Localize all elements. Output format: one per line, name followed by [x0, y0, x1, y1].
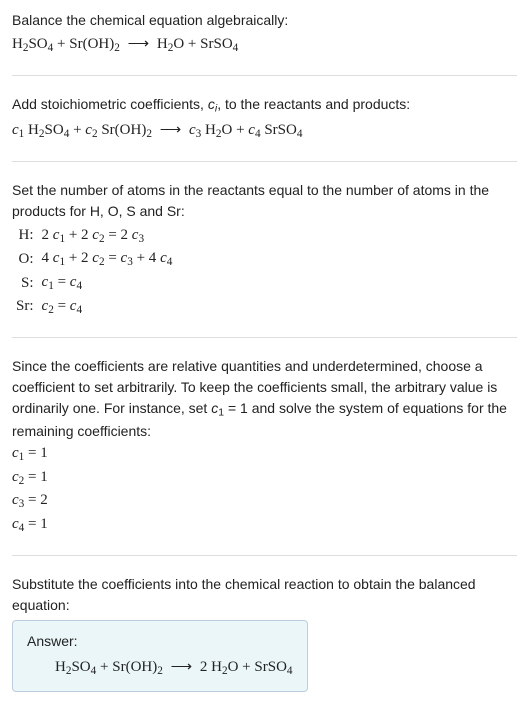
section-substitute: Substitute the coefficients into the che… [12, 574, 517, 711]
coef-line: c1 = 1 [12, 442, 517, 466]
add-coef-text-a: Add stoichiometric coefficients, [12, 96, 208, 112]
coef-line: c2 = 1 [12, 466, 517, 490]
answer-label: Answer: [27, 631, 293, 652]
section-solve: Since the coefficients are relative quan… [12, 356, 517, 556]
coef-line: c3 = 2 [12, 489, 517, 513]
section-add-coefficients: Add stoichiometric coefficients, ci, to … [12, 94, 517, 162]
ci-var: c [208, 96, 215, 112]
element-label: H: [12, 224, 38, 248]
element-label: S: [12, 271, 38, 295]
add-coef-text: Add stoichiometric coefficients, ci, to … [12, 94, 517, 117]
answer-box: Answer: H2SO4 + Sr(OH)2 ⟶ 2 H2O + SrSO4 [12, 620, 308, 693]
add-coef-text-b: , to the reactants and products: [217, 96, 410, 112]
element-equation: c1 = c4 [38, 271, 177, 295]
element-label: O: [12, 247, 38, 271]
coef-line: c4 = 1 [12, 513, 517, 537]
equation-unbalanced: H2SO4 + Sr(OH)2 ⟶ H2O + SrSO4 [12, 33, 517, 57]
table-row: Sr: c2 = c4 [12, 295, 176, 319]
balanced-equation: H2SO4 + Sr(OH)2 ⟶ 2 H2O + SrSO4 [27, 656, 293, 680]
element-equation: 2 c1 + 2 c2 = 2 c3 [38, 224, 177, 248]
table-row: O: 4 c1 + 2 c2 = c3 + 4 c4 [12, 247, 176, 271]
substitute-text: Substitute the coefficients into the che… [12, 574, 517, 616]
solve-text: Since the coefficients are relative quan… [12, 356, 517, 442]
table-row: H: 2 c1 + 2 c2 = 2 c3 [12, 224, 176, 248]
intro-text: Balance the chemical equation algebraica… [12, 10, 517, 31]
table-row: S: c1 = c4 [12, 271, 176, 295]
element-label: Sr: [12, 295, 38, 319]
section-atom-equations: Set the number of atoms in the reactants… [12, 180, 517, 338]
element-equation-table: H: 2 c1 + 2 c2 = 2 c3 O: 4 c1 + 2 c2 = c… [12, 224, 176, 319]
element-equation: 4 c1 + 2 c2 = c3 + 4 c4 [38, 247, 177, 271]
section-balance-intro: Balance the chemical equation algebraica… [12, 10, 517, 76]
equation-with-ci: c1 H2SO4 + c2 Sr(OH)2 ⟶ c3 H2O + c4 SrSO… [12, 119, 517, 143]
element-equation: c2 = c4 [38, 295, 177, 319]
coef-solution-list: c1 = 1 c2 = 1 c3 = 2 c4 = 1 [12, 442, 517, 537]
atom-eq-text: Set the number of atoms in the reactants… [12, 180, 517, 222]
